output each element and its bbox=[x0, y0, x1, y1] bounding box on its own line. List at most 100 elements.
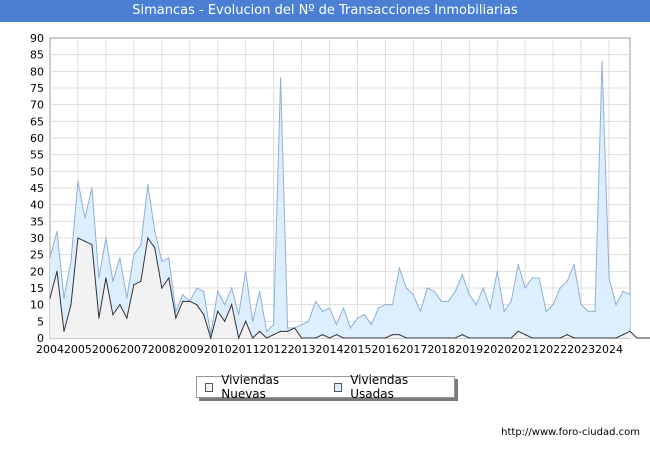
y-tick-label: 20 bbox=[30, 265, 44, 278]
x-tick-label: 2020 bbox=[483, 343, 511, 356]
nuevas-point bbox=[112, 314, 114, 316]
x-tick-label: 2013 bbox=[288, 343, 316, 356]
y-tick-label: 50 bbox=[30, 165, 44, 178]
usadas-point bbox=[440, 300, 442, 302]
usadas-point bbox=[419, 310, 421, 312]
nuevas-point bbox=[161, 287, 163, 289]
y-tick-label: 5 bbox=[37, 315, 44, 328]
usadas-point bbox=[461, 274, 463, 276]
nuevas-point bbox=[419, 337, 421, 339]
usadas-point bbox=[377, 307, 380, 309]
nuevas-point bbox=[461, 334, 463, 336]
x-tick-label: 2018 bbox=[427, 343, 455, 356]
nuevas-point bbox=[447, 337, 449, 339]
usadas-point bbox=[203, 290, 205, 292]
nuevas-point bbox=[587, 337, 589, 339]
usadas-point bbox=[140, 244, 142, 246]
usadas-point bbox=[266, 330, 268, 332]
nuevas-point bbox=[280, 330, 282, 332]
x-tick-label: 2017 bbox=[399, 343, 427, 356]
nuevas-point bbox=[286, 330, 289, 332]
nuevas-point bbox=[168, 277, 170, 279]
usadas-point bbox=[133, 254, 135, 256]
nuevas-point bbox=[56, 270, 58, 272]
x-tick-label: 2023 bbox=[567, 343, 595, 356]
x-tick-label: 2011 bbox=[232, 343, 260, 356]
usadas-point bbox=[566, 280, 568, 282]
nuevas-point bbox=[545, 337, 547, 339]
nuevas-point bbox=[622, 334, 624, 336]
nuevas-point bbox=[133, 284, 135, 286]
usadas-point bbox=[91, 187, 93, 189]
usadas-point bbox=[245, 270, 247, 272]
nuevas-point bbox=[475, 337, 477, 339]
usadas-point bbox=[196, 287, 198, 289]
x-tick-label: 2021 bbox=[511, 343, 539, 356]
chart-legend: Viviendas Nuevas Viviendas Usadas bbox=[196, 373, 455, 401]
nuevas-point bbox=[440, 337, 442, 339]
y-axis: 051015202530354045505560657075808590 bbox=[30, 32, 44, 345]
usadas-point bbox=[56, 230, 58, 232]
usadas-point bbox=[98, 277, 100, 279]
nuevas-point bbox=[517, 330, 519, 332]
nuevas-point bbox=[489, 337, 491, 339]
usadas-point bbox=[405, 287, 407, 289]
usadas-point bbox=[580, 304, 582, 306]
usadas-point bbox=[601, 60, 603, 62]
x-tick-label: 2010 bbox=[204, 343, 232, 356]
y-tick-label: 25 bbox=[30, 249, 44, 262]
usadas-point bbox=[398, 267, 400, 269]
nuevas-point bbox=[231, 304, 233, 306]
usadas-point bbox=[84, 217, 86, 219]
nuevas-point bbox=[377, 337, 380, 339]
legend-label-usadas: Viviendas Usadas bbox=[350, 373, 409, 401]
usadas-point bbox=[175, 310, 177, 312]
nuevas-point bbox=[140, 280, 142, 282]
usadas-point bbox=[238, 314, 240, 316]
source-url[interactable]: http://www.foro-ciudad.com bbox=[501, 427, 640, 438]
usadas-point bbox=[252, 320, 254, 322]
nuevas-point bbox=[154, 247, 156, 249]
nuevas-point bbox=[91, 244, 93, 246]
usadas-point bbox=[335, 324, 338, 326]
usadas-point bbox=[594, 310, 596, 312]
usadas-point bbox=[384, 304, 387, 306]
usadas-point bbox=[273, 324, 275, 326]
usadas-point bbox=[552, 304, 554, 306]
usadas-point bbox=[314, 300, 317, 302]
usadas-point bbox=[63, 297, 65, 299]
usadas-point bbox=[531, 277, 533, 279]
nuevas-point bbox=[552, 337, 554, 339]
nuevas-point bbox=[321, 334, 324, 336]
legend-swatch-usadas bbox=[333, 382, 343, 392]
usadas-point bbox=[482, 287, 484, 289]
nuevas-point bbox=[482, 337, 484, 339]
usadas-point bbox=[231, 287, 233, 289]
nuevas-point bbox=[224, 320, 226, 322]
nuevas-point bbox=[119, 304, 121, 306]
x-tick-label: 2012 bbox=[260, 343, 288, 356]
nuevas-point bbox=[300, 337, 303, 339]
nuevas-point bbox=[98, 317, 100, 319]
nuevas-point bbox=[147, 237, 149, 239]
usadas-point bbox=[119, 257, 121, 259]
usadas-point bbox=[328, 307, 331, 309]
usadas-point bbox=[587, 310, 589, 312]
x-tick-label: 2006 bbox=[92, 343, 120, 356]
nuevas-point bbox=[182, 300, 184, 302]
chart-canvas: 051015202530354045505560657075808590 200… bbox=[30, 32, 650, 356]
usadas-point bbox=[454, 290, 456, 292]
usadas-point bbox=[342, 307, 345, 309]
usadas-point bbox=[161, 260, 163, 262]
usadas-point bbox=[573, 264, 575, 266]
usadas-point bbox=[426, 287, 428, 289]
usadas-point bbox=[622, 290, 624, 292]
usadas-point bbox=[280, 77, 282, 79]
nuevas-point bbox=[615, 337, 617, 339]
nuevas-point bbox=[105, 277, 107, 279]
y-tick-label: 65 bbox=[30, 115, 44, 128]
y-tick-label: 10 bbox=[30, 299, 44, 312]
usadas-point bbox=[168, 257, 170, 259]
usadas-point bbox=[349, 327, 352, 329]
nuevas-point bbox=[636, 337, 638, 339]
